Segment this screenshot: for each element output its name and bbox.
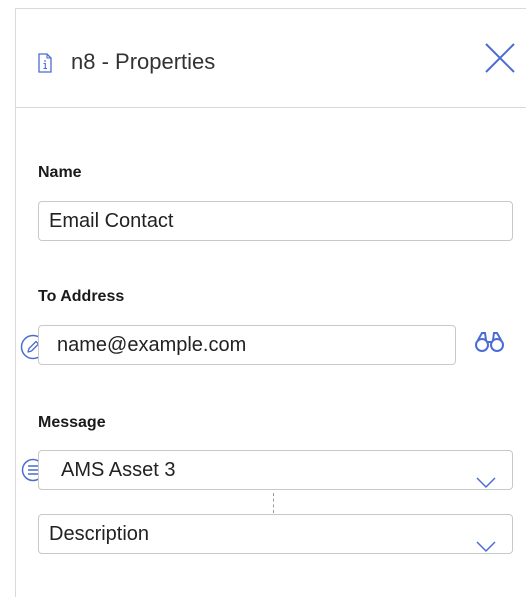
message-select-value: AMS Asset 3 bbox=[61, 459, 176, 481]
connector-line bbox=[273, 493, 274, 513]
info-document-icon bbox=[38, 53, 52, 78]
chevron-down-icon[interactable] bbox=[476, 464, 496, 502]
message-select-field[interactable]: AMS Asset 3 bbox=[38, 450, 513, 490]
to-address-input[interactable]: name@example.com bbox=[38, 325, 456, 365]
to-address-label: To Address bbox=[38, 288, 125, 305]
description-select-field[interactable]: Description bbox=[38, 514, 513, 554]
message-label: Message bbox=[38, 414, 106, 431]
description-select-value: Description bbox=[49, 523, 150, 545]
name-input[interactable]: Email Contact bbox=[38, 201, 513, 241]
properties-panel: n8 - Properties Name Email Contact To Ad… bbox=[15, 8, 526, 597]
panel-header: n8 - Properties bbox=[16, 9, 526, 108]
name-label: Name bbox=[38, 164, 82, 181]
chevron-down-icon[interactable] bbox=[476, 528, 496, 566]
panel-title: n8 - Properties bbox=[71, 49, 216, 74]
binoculars-icon[interactable] bbox=[474, 330, 506, 359]
close-icon[interactable] bbox=[482, 40, 518, 76]
